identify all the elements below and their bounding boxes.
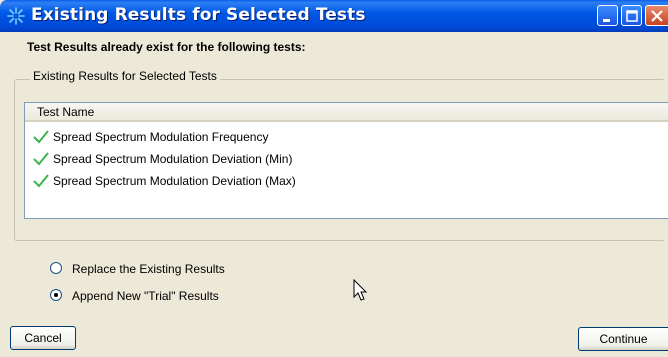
groupbox-legend: Existing Results for Selected Tests — [30, 69, 220, 83]
radio-selected-dot — [54, 293, 58, 297]
radio-circle[interactable] — [50, 262, 62, 274]
replace-results-label: Replace the Existing Results — [72, 262, 225, 276]
minimize-icon — [603, 19, 610, 22]
checkmark-icon — [33, 152, 49, 166]
append-results-label: Append New "Trial" Results — [72, 289, 219, 303]
list-item-label: Spread Spectrum Modulation Deviation (Mi… — [53, 152, 293, 166]
checkmark-icon — [33, 174, 49, 188]
maximize-button[interactable] — [621, 5, 642, 26]
title-bar[interactable]: Existing Results for Selected Tests — [0, 0, 668, 32]
mouse-cursor-icon — [353, 279, 368, 301]
column-header-test-name[interactable]: Test Name — [25, 103, 668, 122]
maximize-icon — [626, 10, 638, 22]
app-icon — [7, 7, 25, 25]
window-title: Existing Results for Selected Tests — [31, 5, 366, 25]
continue-button[interactable]: Continue — [578, 327, 668, 351]
cancel-button[interactable]: Cancel — [10, 326, 76, 350]
close-button[interactable] — [645, 5, 668, 26]
checkmark-icon — [33, 130, 49, 144]
list-item-label: Spread Spectrum Modulation Deviation (Ma… — [53, 174, 296, 188]
header-message: Test Results already exist for the follo… — [27, 40, 306, 54]
minimize-button[interactable] — [597, 5, 618, 26]
list-item-label: Spread Spectrum Modulation Frequency — [53, 130, 269, 144]
column-header-label: Test Name — [37, 105, 95, 119]
test-results-list[interactable]: Test Name Spread Spectrum Modulation Fre… — [24, 102, 668, 219]
radio-circle[interactable] — [50, 289, 62, 301]
close-icon — [651, 10, 663, 22]
